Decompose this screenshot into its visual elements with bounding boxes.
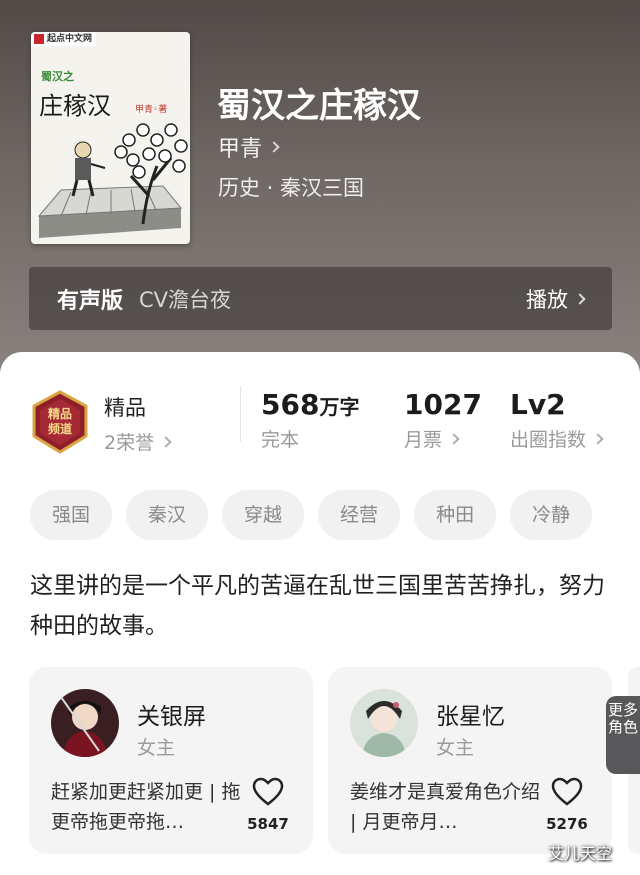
chevron-right-icon: [268, 141, 280, 153]
character-comment: 姜维才是真爱角色介绍 | 月更帝月…: [350, 781, 540, 833]
book-description[interactable]: 这里讲的是一个平凡的苦逼在乱世三国里苦苦挣扎，努力种田的故事。: [30, 566, 610, 646]
author-link[interactable]: 甲青: [218, 131, 280, 163]
tag-chip[interactable]: 穿越: [222, 490, 305, 540]
like-button[interactable]: 5276: [542, 777, 592, 833]
audio-version-bar[interactable]: 有声版 CV澹台夜 播放: [29, 267, 612, 330]
stat-word-count: 568万字 完本: [261, 388, 359, 452]
stat-popularity-index[interactable]: Lv2 出圈指数: [510, 388, 604, 452]
author-name: 甲青: [218, 137, 263, 162]
stats-divider: [240, 386, 241, 442]
character-role: 女主: [137, 737, 176, 759]
book-genre: 历史 · 秦汉三国: [218, 176, 365, 200]
stat-value: 568: [261, 388, 320, 421]
stat-value: Lv2: [510, 388, 566, 421]
character-role: 女主: [436, 737, 475, 759]
stat-label: 出圈指数: [510, 429, 587, 451]
tag-chip[interactable]: 经营: [318, 490, 401, 540]
chevron-right-icon: [448, 432, 460, 445]
heart-icon: [551, 777, 583, 806]
chevron-right-icon: [592, 432, 604, 445]
character-avatar: [350, 689, 418, 757]
book-cover[interactable]: 起点中文网 蜀汉之 庄稼汉 甲青◦著: [31, 32, 190, 244]
chevron-right-icon: [160, 435, 172, 448]
watermark: 艾儿天空: [548, 844, 613, 863]
badge-title: 精品: [104, 396, 146, 420]
premium-medal-icon[interactable]: 精品 频道: [30, 390, 90, 454]
chevron-right-icon: [574, 292, 586, 305]
medal-text-top: 精品: [48, 406, 72, 421]
character-comment: 赶紧加更赶紧加更 | 拖更帝拖更帝拖…: [51, 781, 241, 833]
character-name: 关银屏: [137, 704, 206, 730]
character-card[interactable]: 张星忆 女主 姜维才是真爱角色介绍 | 月更帝月… 5276: [328, 667, 612, 854]
tag-chip[interactable]: 冷静: [510, 490, 593, 540]
play-button[interactable]: 播放: [526, 284, 586, 314]
stat-value: 1027: [404, 388, 482, 421]
stat-monthly-tickets[interactable]: 1027 月票: [404, 388, 482, 452]
audio-cv: CV澹台夜: [139, 287, 232, 312]
publisher-badge: 起点中文网: [31, 32, 97, 46]
stat-unit: 万字: [319, 395, 360, 419]
play-label: 播放: [526, 287, 568, 312]
tag-chip[interactable]: 强国: [30, 490, 113, 540]
tag-chip[interactable]: 秦汉: [126, 490, 209, 540]
heart-icon: [252, 777, 284, 806]
cover-illustration: [37, 123, 188, 238]
tag-chip[interactable]: 种田: [414, 490, 497, 540]
tag-list: 强国 秦汉 穿越 经营 种田 冷静: [30, 490, 640, 540]
book-title: 蜀汉之庄稼汉: [217, 86, 421, 126]
character-name: 张星忆: [436, 704, 505, 730]
like-count: 5847: [247, 815, 289, 833]
stat-label: 月票: [404, 429, 443, 451]
stat-label: 完本: [261, 429, 300, 451]
character-card[interactable]: 关银屏 女主 赶紧加更赶紧加更 | 拖更帝拖更帝拖… 5847: [29, 667, 313, 854]
character-avatar: [51, 689, 119, 757]
like-button[interactable]: 5847: [243, 777, 293, 833]
honors-count: 2荣誉: [104, 432, 155, 454]
cover-subtitle: 蜀汉之: [41, 70, 74, 83]
audio-label: 有声版: [57, 288, 124, 314]
medal-text-bottom: 频道: [48, 421, 72, 436]
like-count: 5276: [546, 815, 588, 833]
more-roles-button[interactable]: 更多角色: [606, 696, 640, 774]
cover-author: 甲青◦著: [135, 105, 168, 115]
honors-link[interactable]: 2荣誉: [104, 428, 172, 455]
